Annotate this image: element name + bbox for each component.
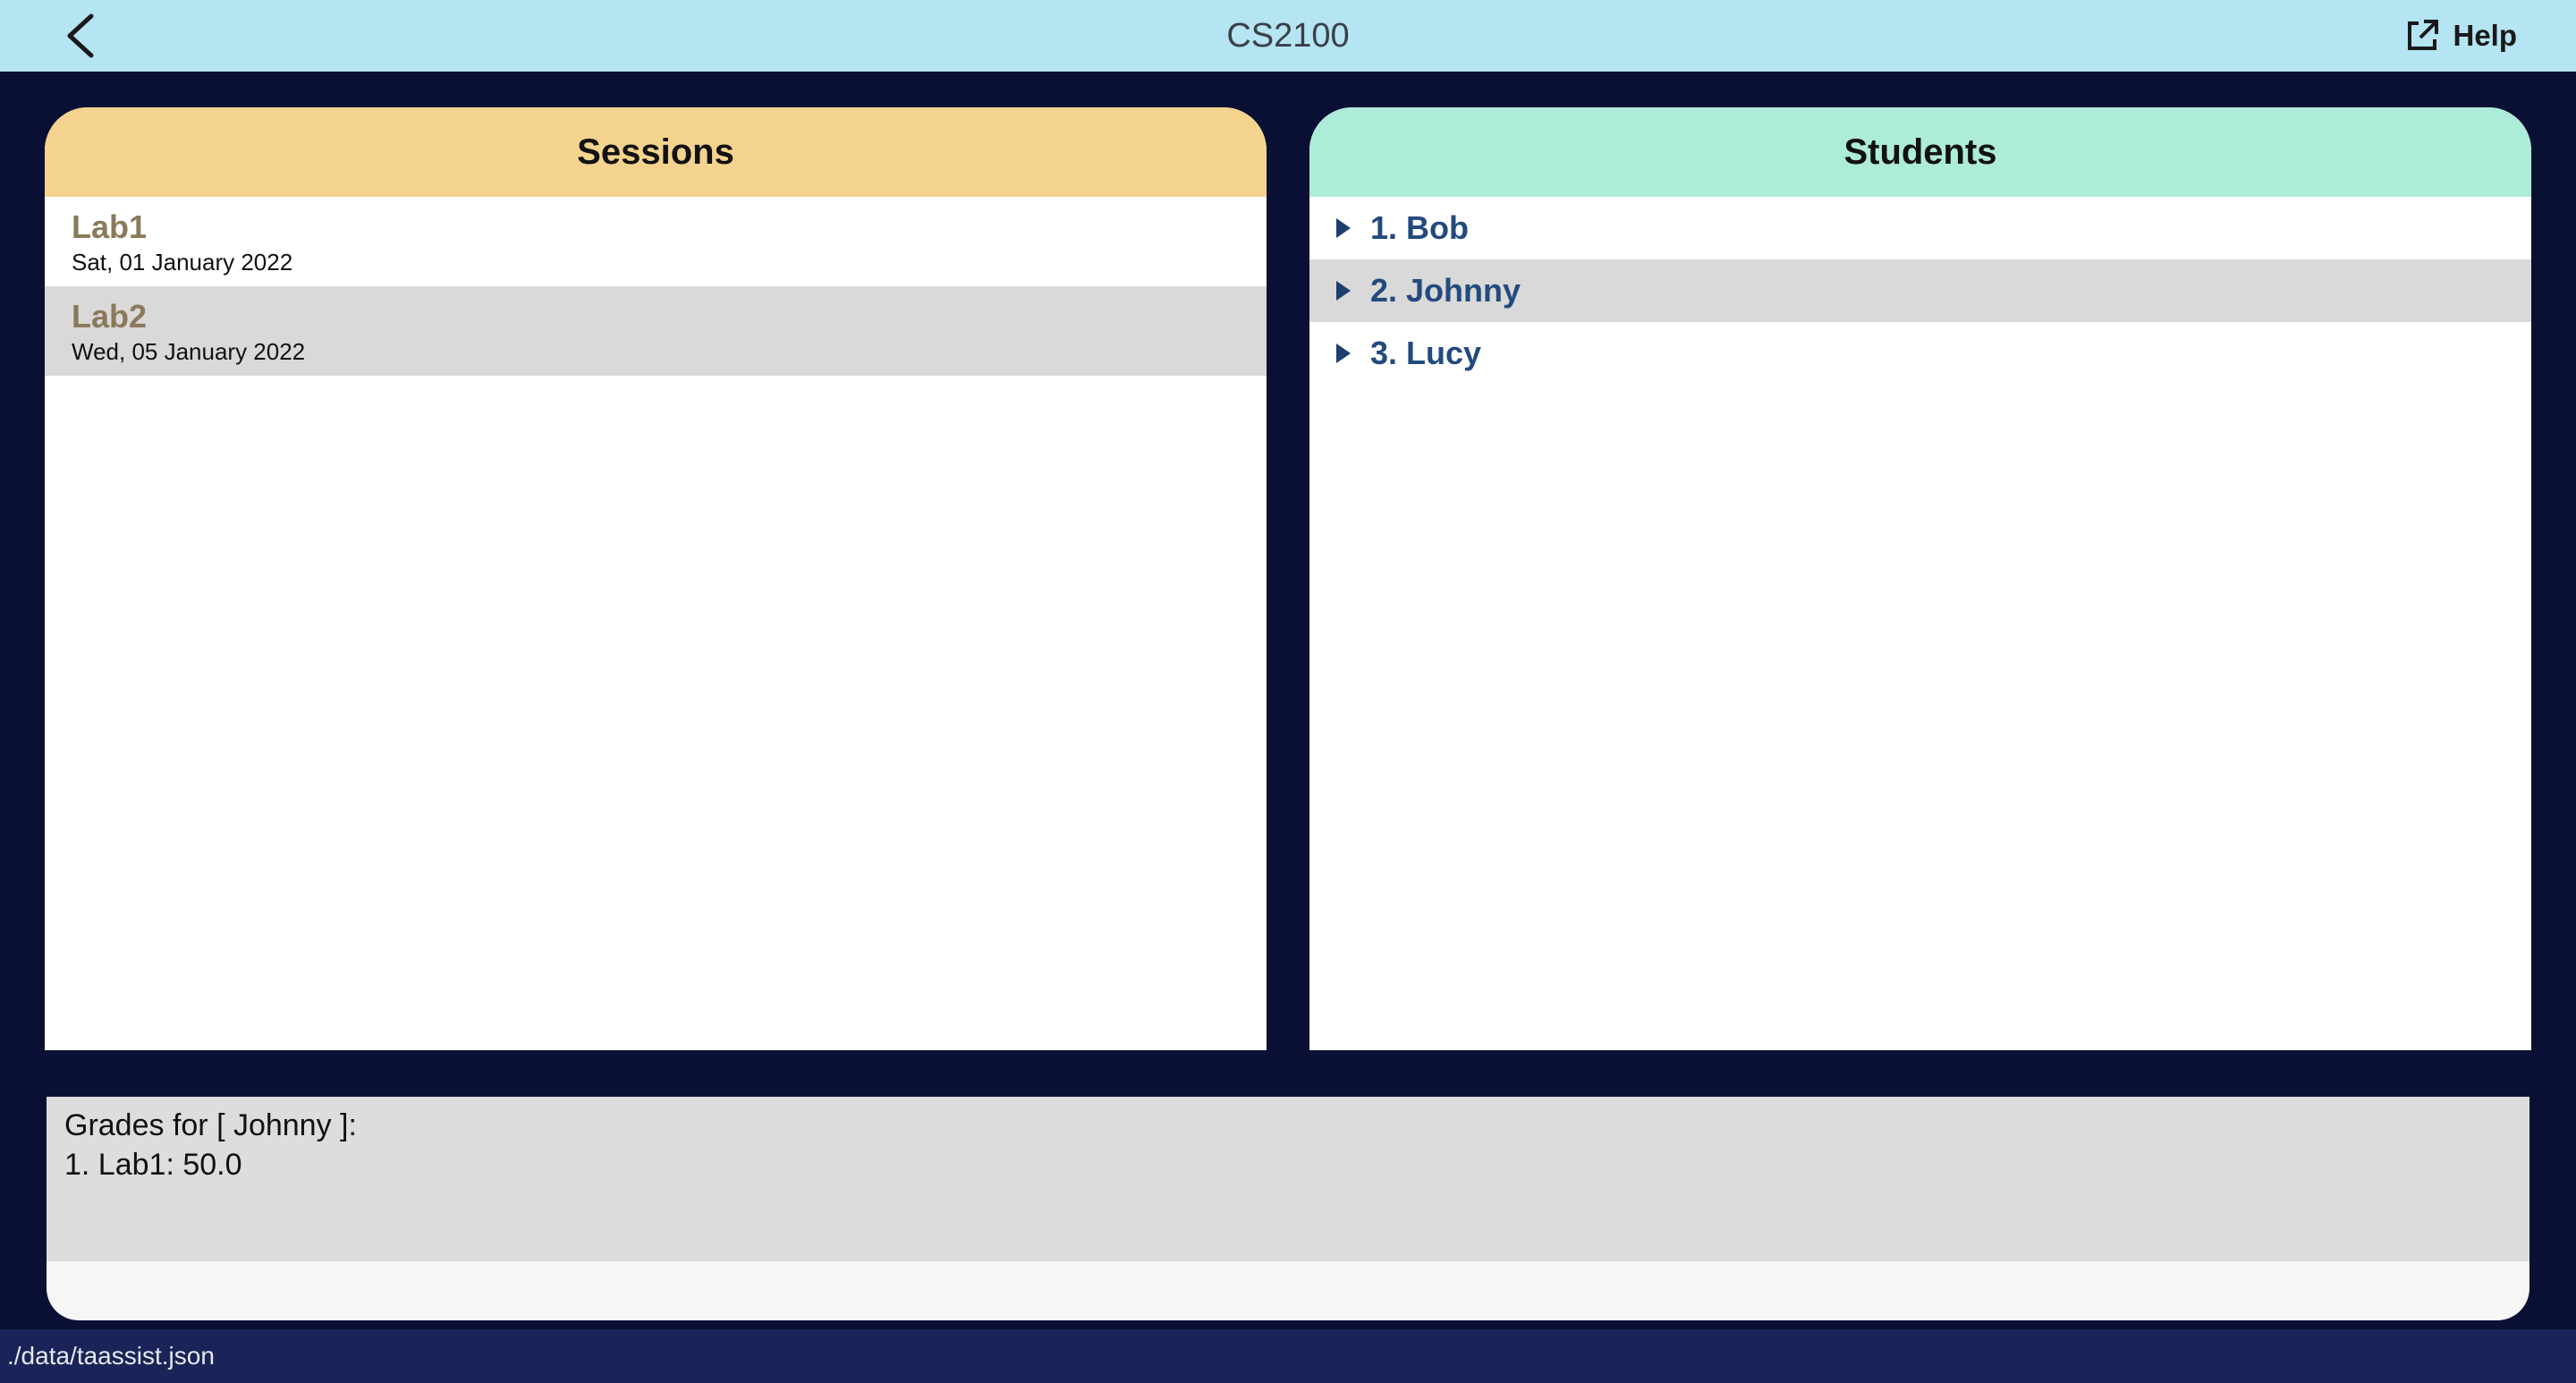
session-item-lab2[interactable]: Lab2 Wed, 05 January 2022 [45, 286, 1267, 376]
result-line: 1. Lab1: 50.0 [64, 1148, 242, 1182]
students-header: Students [1309, 107, 2531, 197]
student-name: 3. Lucy [1370, 335, 1482, 371]
expand-arrow-icon[interactable] [1336, 281, 1351, 301]
command-input[interactable] [47, 1261, 2529, 1320]
help-button[interactable]: Help [2404, 16, 2517, 55]
student-item-lucy[interactable]: 3. Lucy [1309, 322, 2531, 385]
session-name: Lab2 [72, 298, 148, 335]
page-title: CS2100 [1226, 17, 1350, 55]
session-date: Wed, 05 January 2022 [72, 338, 306, 365]
students-panel: Students 1. Bob 2. Johnny 3. Lucy [1309, 107, 2531, 1050]
student-item-bob[interactable]: 1. Bob [1309, 197, 2531, 259]
session-date: Sat, 01 January 2022 [72, 249, 293, 276]
student-name: 2. Johnny [1370, 272, 1521, 309]
chevron-left-icon [67, 13, 94, 58]
external-link-icon [2408, 20, 2439, 50]
student-name: 1. Bob [1370, 209, 1470, 246]
expand-arrow-icon[interactable] [1336, 344, 1351, 363]
result-line: Grades for [ Johnny ]: [64, 1108, 357, 1142]
result-display: Grades for [ Johnny ]: 1. Lab1: 50.0 [47, 1097, 2529, 1261]
file-path: ./data/taassist.json [7, 1342, 215, 1370]
session-name: Lab1 [72, 208, 148, 245]
back-button[interactable] [59, 13, 104, 59]
result-box: Grades for [ Johnny ]: 1. Lab1: 50.0 [47, 1097, 2529, 1320]
sessions-header: Sessions [45, 107, 1267, 197]
top-bar: CS2100 Help [0, 0, 2576, 72]
help-label: Help [2453, 19, 2517, 52]
expand-arrow-icon[interactable] [1336, 218, 1351, 238]
session-item-lab1[interactable]: Lab1 Sat, 01 January 2022 [45, 197, 1267, 286]
student-item-johnny[interactable]: 2. Johnny [1309, 259, 2531, 322]
sessions-panel: Sessions Lab1 Sat, 01 January 2022 Lab2 … [45, 107, 1267, 1050]
status-bar: ./data/taassist.json [0, 1329, 2576, 1383]
